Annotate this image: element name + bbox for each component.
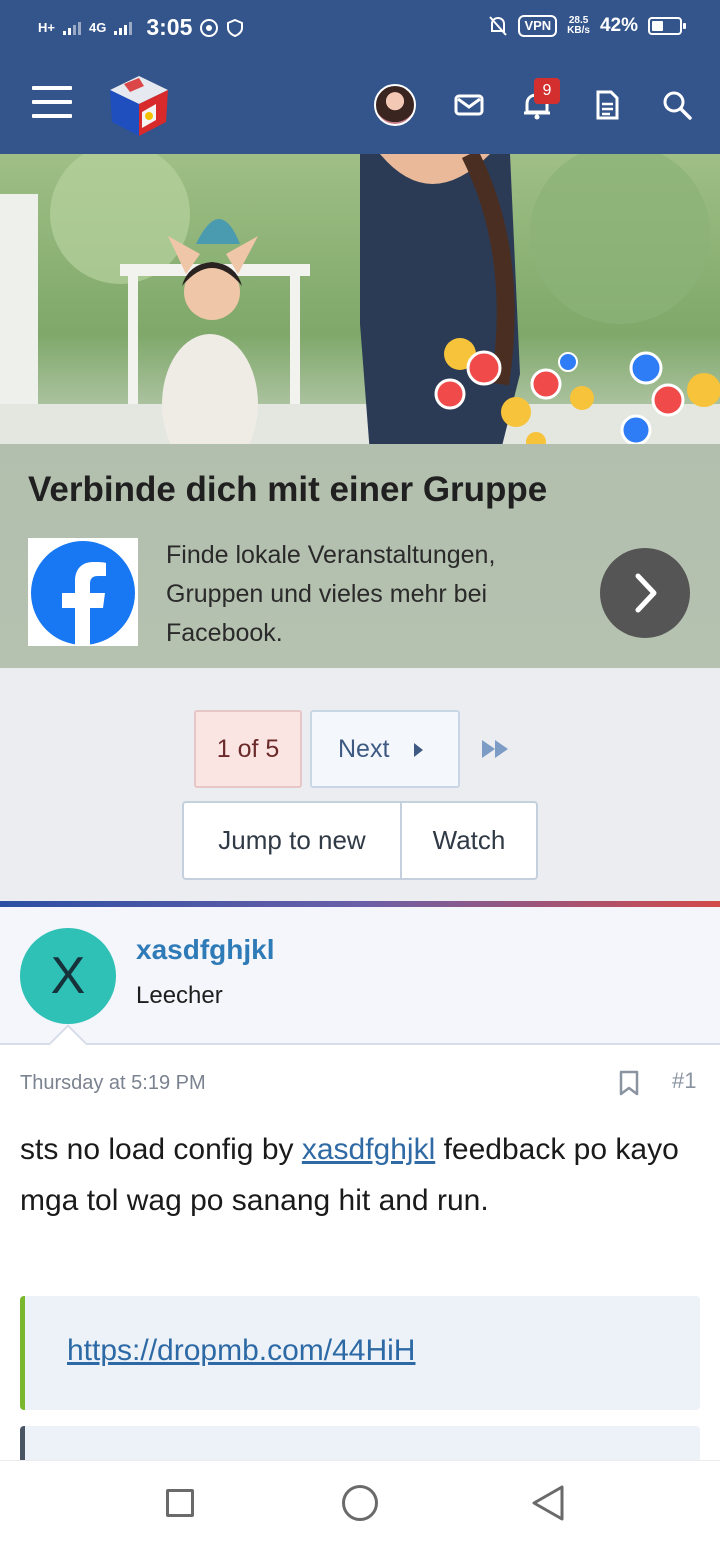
last-page-icon[interactable] — [478, 734, 514, 764]
post-username[interactable]: xasdfghjkl — [136, 934, 274, 966]
user-mention-link[interactable]: xasdfghjkl — [302, 1133, 435, 1166]
download-link[interactable]: https://dropmb.com/44HiH — [67, 1334, 415, 1368]
status-left: H+ 4G 3:05 — [38, 14, 244, 41]
battery-percent: 42% — [599, 15, 638, 36]
post-avatar[interactable]: X — [20, 928, 116, 1024]
network-type-hplus: H+ — [38, 20, 55, 35]
page-current[interactable]: 1 of 5 — [194, 710, 302, 788]
battery-fill — [652, 21, 663, 31]
ad-next-button[interactable] — [600, 548, 690, 638]
post-number[interactable]: #1 — [672, 1068, 696, 1094]
next-label: Next — [338, 735, 390, 763]
facebook-logo — [28, 538, 138, 646]
battery-icon — [648, 17, 686, 35]
facebook-ad[interactable]: Verbinde dich mit einer Gruppe Finde lok… — [0, 154, 720, 668]
post-user-role: Leecher — [136, 982, 223, 1009]
post-text-start: sts no load config by — [20, 1133, 302, 1166]
status-right: VPN 28.5 KB/s 42% — [488, 15, 686, 37]
facebook-icon — [31, 541, 135, 646]
recents-button[interactable] — [166, 1489, 194, 1517]
jump-to-new-button[interactable]: Jump to new — [184, 803, 402, 878]
speed-unit: KB/s — [567, 25, 590, 36]
network-type-4g: 4G — [88, 20, 107, 35]
chevron-right-icon — [635, 573, 657, 613]
shield-icon — [227, 18, 244, 37]
thread-actions: Jump to new Watch — [182, 801, 538, 880]
caret-right-icon — [414, 743, 423, 757]
document-icon[interactable] — [590, 88, 624, 122]
menu-icon[interactable] — [32, 86, 72, 122]
notification-badge: 9 — [534, 78, 560, 104]
status-bar: H+ 4G 3:05 VPN 28.5 KB/s 42% — [0, 0, 720, 56]
ad-description: Finde lokale Veranstaltungen, Gruppen un… — [166, 541, 496, 647]
signal-icon-2 — [114, 21, 133, 35]
home-button[interactable] — [342, 1485, 378, 1521]
link-block: https://dropmb.com/44HiH — [20, 1296, 700, 1410]
android-nav-bar — [0, 1460, 720, 1544]
network-speed: 28.5 KB/s — [567, 16, 590, 36]
vpn-indicator: VPN — [518, 15, 558, 37]
mute-bell-icon — [489, 16, 508, 36]
signal-icon — [62, 21, 81, 35]
back-button[interactable] — [530, 1483, 568, 1523]
site-header: 9 — [0, 56, 720, 154]
inbox-icon[interactable] — [452, 88, 486, 122]
ad-image — [0, 154, 720, 454]
next-page-button[interactable]: Next — [310, 710, 460, 788]
site-logo[interactable] — [104, 70, 174, 140]
chrome-icon — [200, 18, 219, 37]
bookmark-icon[interactable] — [618, 1070, 640, 1096]
clock: 3:05 — [146, 14, 193, 40]
post-body: sts no load config by xasdfghjkl feedbac… — [20, 1124, 710, 1226]
post-date[interactable]: Thursday at 5:19 PM — [20, 1072, 206, 1095]
watch-button[interactable]: Watch — [402, 803, 536, 878]
user-avatar[interactable] — [374, 84, 416, 126]
ad-title: Verbinde dich mit einer Gruppe — [28, 470, 548, 509]
search-icon[interactable] — [660, 88, 694, 122]
